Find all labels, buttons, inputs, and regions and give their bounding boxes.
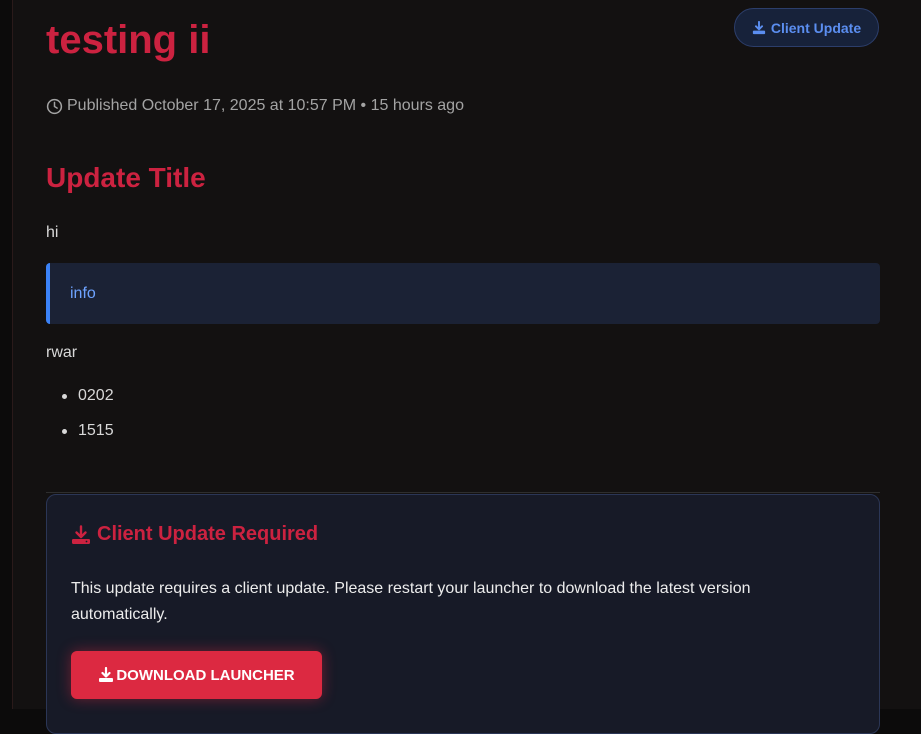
section-divider — [46, 492, 880, 493]
badge-label: Client Update — [770, 19, 862, 36]
notice-title-text: Client Update Required — [97, 523, 319, 545]
article-page: testing ii Client Update Published Octob… — [12, 0, 921, 734]
list-item: 0202 — [46, 384, 114, 419]
download-icon — [752, 20, 765, 34]
content-paragraph: hi — [46, 224, 59, 241]
post-title: testing ii — [46, 18, 211, 62]
info-callout: info — [46, 263, 880, 324]
content-list: 0202 1515 — [46, 384, 114, 454]
info-callout-text: info — [70, 284, 96, 302]
content-heading: Update Title — [46, 162, 206, 193]
client-update-badge: Client Update — [734, 8, 879, 47]
publish-meta-text: Published October 17, 2025 at 10:57 PM •… — [67, 97, 464, 114]
download-icon — [99, 667, 114, 682]
download-icon — [72, 524, 90, 544]
clock-icon — [46, 98, 63, 114]
notice-text: This update requires a client update. Pl… — [71, 580, 751, 623]
publish-meta: Published October 17, 2025 at 10:57 PM •… — [46, 97, 464, 115]
content-paragraph: rwar — [46, 344, 78, 361]
notice-title: Client Update Required — [71, 523, 318, 546]
list-item: 1515 — [46, 419, 114, 454]
download-launcher-label: DOWNLOAD LAUNCHER — [116, 666, 295, 684]
client-update-notice: Client Update Required This update requi… — [46, 494, 880, 734]
download-launcher-button[interactable]: DOWNLOAD LAUNCHER — [71, 651, 322, 699]
